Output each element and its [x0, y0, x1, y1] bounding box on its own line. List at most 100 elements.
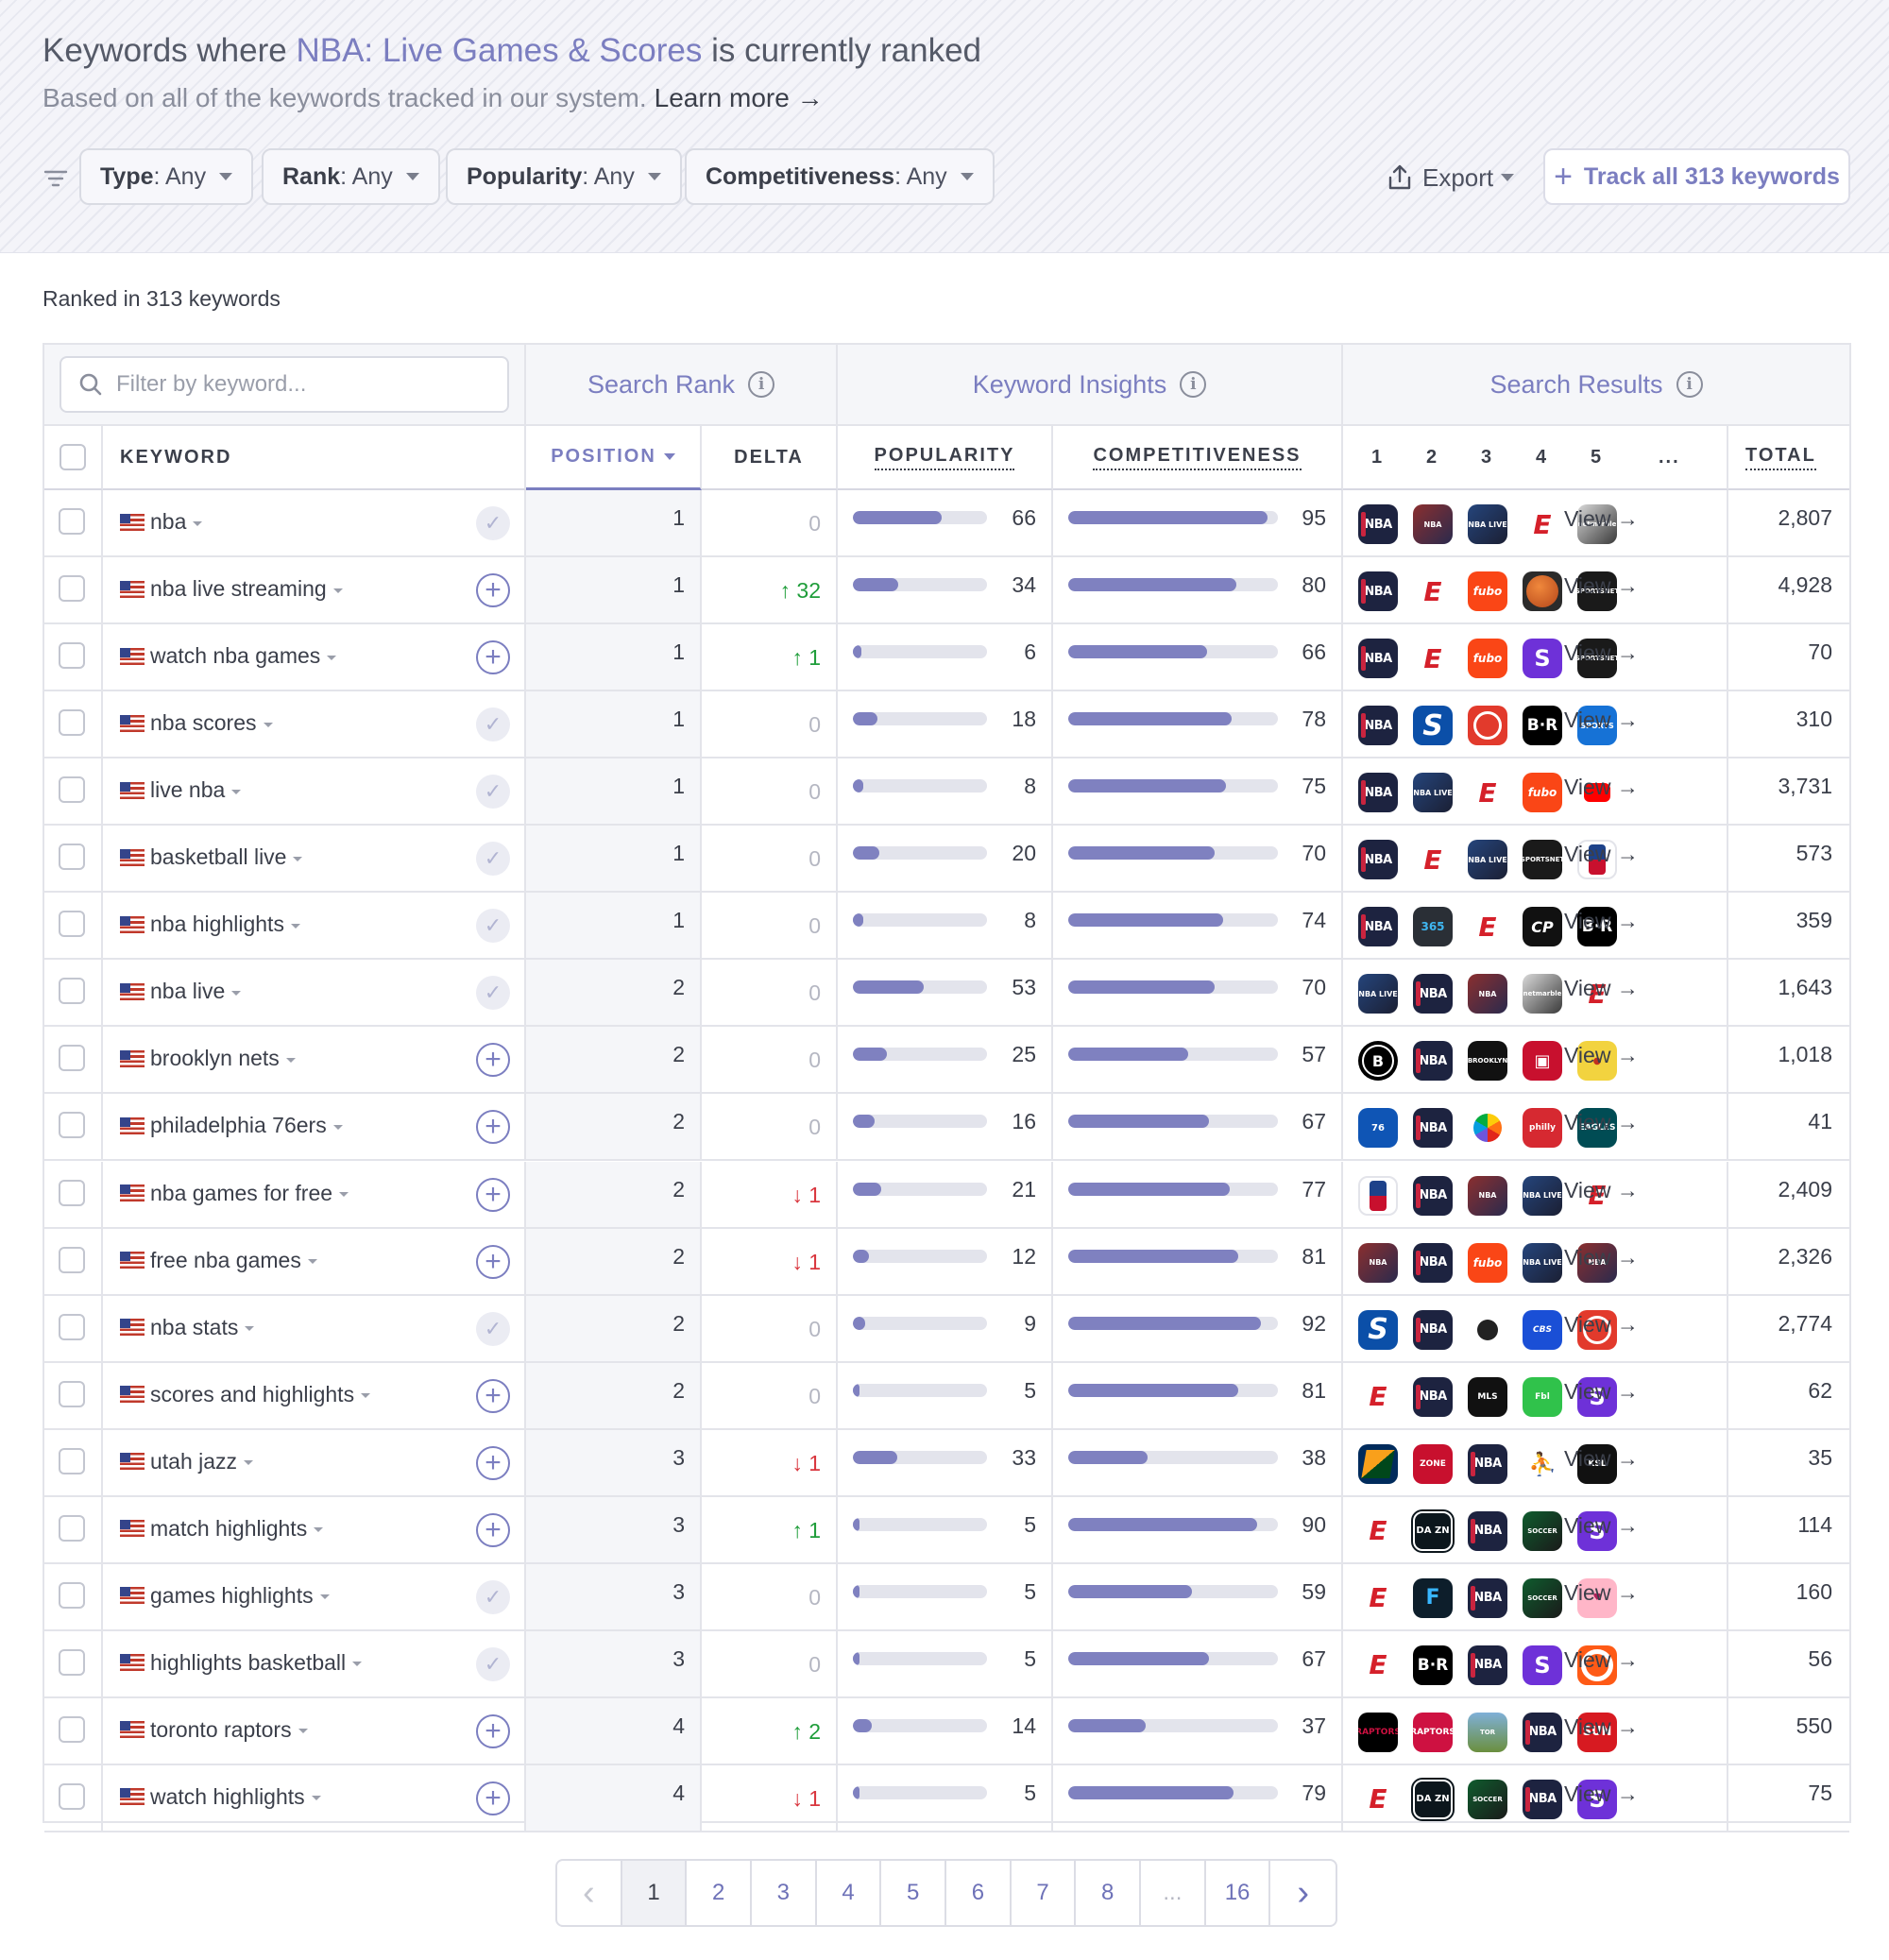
table-row[interactable]: watch highlights +4 ↓ 1 5 79 E DA ZN SOCCER NBA S…: [44, 1764, 1849, 1832]
track-keyword-button[interactable]: +: [476, 1781, 510, 1815]
row-checkbox[interactable]: [59, 1313, 85, 1340]
result-game-app-icon[interactable]: NBA: [1468, 974, 1507, 1014]
result-espn-app-icon[interactable]: E: [1413, 571, 1453, 612]
result-nba-app-icon[interactable]: NBA: [1413, 1242, 1453, 1283]
table-row[interactable]: nba live streaming +1 ↑ 32 34 80 NBA Efubo SPOR…: [44, 557, 1849, 625]
view-results-link[interactable]: View →: [1564, 775, 1639, 800]
view-results-link[interactable]: View →: [1564, 1312, 1639, 1338]
view-results-link[interactable]: View →: [1564, 1245, 1639, 1270]
info-icon[interactable]: i: [1180, 371, 1207, 398]
result-arena-app-icon[interactable]: ▣: [1523, 1041, 1562, 1082]
keyword-link[interactable]: nba scores: [120, 710, 273, 736]
row-checkbox[interactable]: [59, 1782, 85, 1810]
page-button-16[interactable]: 16: [1206, 1861, 1271, 1925]
result-mls-app-icon[interactable]: MLS: [1468, 1376, 1507, 1417]
result-raptors2-app-icon[interactable]: RAPTORS: [1358, 1712, 1398, 1752]
row-checkbox[interactable]: [59, 575, 85, 603]
result-dazn-app-icon[interactable]: DA ZN: [1411, 1777, 1455, 1821]
row-checkbox[interactable]: [59, 776, 85, 804]
result-live-app-icon[interactable]: NBA LIVE: [1413, 773, 1453, 813]
view-results-link[interactable]: View →: [1564, 573, 1639, 599]
row-checkbox[interactable]: [59, 1112, 85, 1139]
popularity-filter-dropdown[interactable]: Popularity: Any: [446, 148, 682, 205]
next-page-button[interactable]: ›: [1270, 1861, 1336, 1925]
result-fubo-app-icon[interactable]: fubo: [1468, 639, 1507, 679]
result-espn-app-icon[interactable]: E: [1358, 1645, 1398, 1685]
learn-more-link[interactable]: Learn more →: [655, 83, 824, 112]
row-checkbox[interactable]: [59, 1380, 85, 1407]
row-checkbox[interactable]: [59, 1715, 85, 1743]
prev-page-button[interactable]: ‹: [557, 1861, 622, 1925]
row-checkbox[interactable]: [59, 844, 85, 871]
result-netmarble-app-icon[interactable]: netmarble: [1523, 974, 1562, 1014]
page-button-3[interactable]: 3: [752, 1861, 817, 1925]
track-keyword-button[interactable]: +: [476, 640, 510, 675]
result-yahoo-app-icon[interactable]: S: [1523, 1645, 1562, 1685]
view-results-link[interactable]: View →: [1564, 1043, 1639, 1068]
table-row[interactable]: brooklyn nets+202557NBABROOKLYN▣●View →1…: [44, 1027, 1849, 1095]
row-checkbox[interactable]: [59, 911, 85, 938]
keyword-link[interactable]: nba games for free: [120, 1181, 349, 1206]
result-game-app-icon[interactable]: NBA: [1413, 504, 1453, 544]
result-espn-app-icon[interactable]: E: [1468, 907, 1507, 947]
keyword-link[interactable]: scores and highlights: [120, 1382, 371, 1407]
row-checkbox[interactable]: [59, 1514, 85, 1542]
result-s-blue-app-icon[interactable]: S: [1413, 706, 1453, 746]
result-ball-app-icon[interactable]: [1523, 571, 1562, 612]
result-runner-app-icon[interactable]: ⛹: [1523, 1443, 1562, 1484]
keyword-link[interactable]: nba stats: [120, 1315, 255, 1340]
keyword-link[interactable]: nba live: [120, 979, 242, 1004]
info-icon[interactable]: i: [748, 371, 775, 398]
result-espn-app-icon[interactable]: E: [1358, 1376, 1398, 1417]
rank-filter-dropdown[interactable]: Rank: Any: [262, 148, 440, 205]
result-fubo-app-icon[interactable]: fubo: [1468, 571, 1507, 612]
keyword-link[interactable]: watch nba games: [120, 643, 337, 669]
result-score365-app-icon[interactable]: 365: [1413, 907, 1453, 947]
info-icon[interactable]: i: [1676, 371, 1703, 398]
row-checkbox[interactable]: [59, 709, 85, 737]
result-nba-app-icon[interactable]: NBA: [1358, 639, 1398, 679]
competitiveness-column-header[interactable]: COMPETITIVENESS: [1053, 426, 1343, 490]
table-row[interactable]: games highlights ✓ 3 0 5 59 E F NBA SOCCER ♥ View →…: [44, 1563, 1849, 1631]
result-nba-app-icon[interactable]: NBA: [1413, 1376, 1453, 1417]
result-nba-app-icon[interactable]: NBA: [1468, 1645, 1507, 1685]
export-button[interactable]: Export: [1387, 161, 1515, 195]
track-keyword-button[interactable]: +: [476, 1713, 510, 1748]
view-results-link[interactable]: View →: [1564, 1647, 1639, 1673]
result-raptors-app-icon[interactable]: RAPTORS: [1413, 1712, 1453, 1752]
result-soccer-app-icon[interactable]: SOCCER: [1523, 1510, 1562, 1551]
track-keyword-button[interactable]: +: [476, 573, 510, 608]
keyword-filter[interactable]: [60, 356, 509, 413]
result-philly-app-icon[interactable]: philly: [1523, 1108, 1562, 1149]
result-nbaapp-app-icon[interactable]: [1358, 1175, 1398, 1216]
table-row[interactable]: nba ✓ 1 0 66 95 NBA NBA NBA LIVE Enetmarble View →…: [44, 490, 1849, 557]
table-row[interactable]: highlights basketball ✓ 3 0 5 67 E B·R NBA S View …: [44, 1630, 1849, 1698]
result-fubo-app-icon[interactable]: fubo: [1468, 1242, 1507, 1283]
track-keyword-button[interactable]: +: [476, 1177, 510, 1212]
result-live-app-icon[interactable]: NBA LIVE: [1468, 504, 1507, 544]
result-espn-app-icon[interactable]: E: [1468, 773, 1507, 813]
position-column-header[interactable]: POSITION: [526, 426, 702, 490]
table-row[interactable]: match highlights +3 ↑ 1 5 90 E DA ZN NBA SOCCER S…: [44, 1496, 1849, 1564]
keyword-link[interactable]: nba live streaming: [120, 576, 343, 602]
result-espn-app-icon[interactable]: E: [1358, 1510, 1398, 1551]
row-checkbox[interactable]: [59, 978, 85, 1005]
result-soccer-app-icon[interactable]: SOCCER: [1523, 1577, 1562, 1618]
view-results-link[interactable]: View →: [1564, 1178, 1639, 1203]
row-checkbox[interactable]: [59, 1447, 85, 1474]
result-jazz-app-icon[interactable]: [1358, 1443, 1398, 1484]
result-live-app-icon[interactable]: NBA LIVE: [1523, 1242, 1562, 1283]
view-results-link[interactable]: View →: [1564, 1781, 1639, 1807]
row-checkbox[interactable]: [59, 642, 85, 670]
table-row[interactable]: live nba ✓ 1 0 8 75 NBA NBA LIVE Efubo View → 3,73…: [44, 758, 1849, 827]
result-nba-app-icon[interactable]: NBA: [1358, 907, 1398, 947]
result-cbs2-app-icon[interactable]: CBS: [1523, 1309, 1562, 1350]
result-live-app-icon[interactable]: NBA LIVE: [1468, 840, 1507, 880]
result-nets-app-icon[interactable]: [1358, 1041, 1398, 1082]
result-nba-app-icon[interactable]: NBA: [1468, 1443, 1507, 1484]
table-row[interactable]: nba stats ✓ 2 0 9 92 S NBA CBS View → 2,774: [44, 1295, 1849, 1363]
page-button-7[interactable]: 7: [1012, 1861, 1077, 1925]
table-row[interactable]: nba live ✓ 2 0 53 70 NBA LIVE NBA NBA netmarble E V…: [44, 960, 1849, 1028]
track-all-keywords-button[interactable]: + Track all 313 keywords: [1543, 148, 1850, 205]
view-results-link[interactable]: View →: [1564, 909, 1639, 934]
